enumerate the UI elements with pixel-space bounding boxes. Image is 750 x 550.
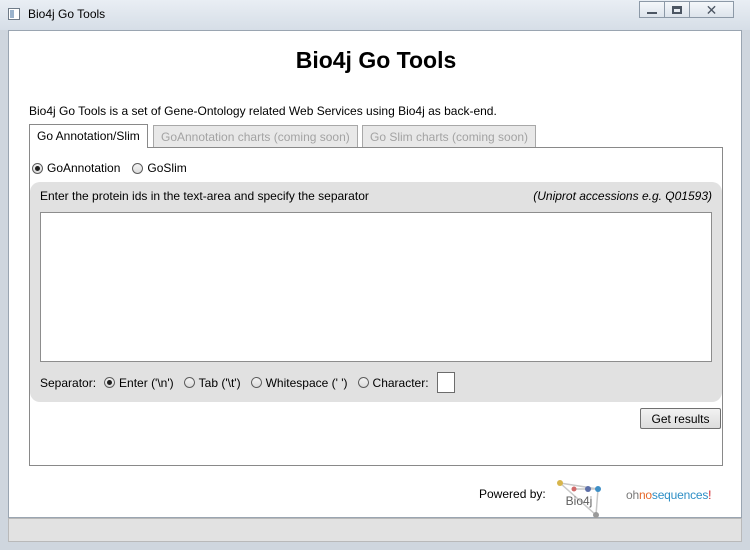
maximize-button[interactable] — [664, 1, 690, 18]
ohno-no: no — [638, 488, 652, 502]
ohno-sequences: sequences — [651, 488, 709, 502]
input-hint: (Uniprot accessions e.g. Q01593) — [533, 189, 712, 203]
page-title: Bio4j Go Tools — [295, 47, 457, 73]
separator-enter-label[interactable]: Enter ('\n') — [119, 376, 174, 390]
protein-input-card: Enter the protein ids in the text-area a… — [30, 182, 722, 402]
bio4j-logo: Bio4j — [557, 480, 601, 518]
maximize-icon — [672, 5, 682, 14]
tab-go-slim-charts[interactable]: Go Slim charts (coming soon) — [362, 125, 537, 147]
separator-tab-label[interactable]: Tab ('\t') — [199, 376, 241, 390]
ohnosequences-logo: ohnosequences! — [626, 488, 712, 502]
ohno-oh: oh — [626, 488, 639, 502]
separator-whitespace-label[interactable]: Whitespace (' ') — [266, 376, 348, 390]
close-icon: ✕ — [705, 1, 718, 18]
window-client: Bio4j Go Tools Bio4j Go Tools is a set o… — [8, 30, 742, 518]
bio4j-logo-text: Bio4j — [566, 494, 593, 508]
page-description: Bio4j Go Tools is a set of Gene-Ontology… — [29, 104, 497, 118]
input-instructions: Enter the protein ids in the text-area a… — [40, 189, 369, 203]
mode-selector: GoAnnotation GoSlim — [32, 161, 195, 175]
separator-whitespace-radio[interactable] — [250, 377, 262, 388]
minimize-button[interactable] — [639, 1, 665, 18]
minimize-icon — [647, 11, 657, 14]
window-controls: ✕ — [639, 1, 734, 20]
separator-tab-radio[interactable] — [183, 377, 195, 388]
separator-enter-radio[interactable] — [104, 377, 116, 388]
goslim-radio[interactable] — [132, 162, 144, 174]
tab-panel: GoAnnotation GoSlim Enter the protein id… — [29, 147, 723, 466]
separator-character-radio[interactable] — [357, 377, 369, 388]
goannotation-radio[interactable] — [32, 162, 43, 174]
goslim-label[interactable]: GoSlim — [147, 161, 186, 175]
status-bar — [8, 518, 742, 542]
tab-go-annotation-slim[interactable]: Go Annotation/Slim — [29, 124, 148, 148]
app-icon — [8, 8, 20, 20]
separator-row: Separator: Enter ('\n') Tab ('\t') White… — [40, 372, 455, 393]
ohno-bang: ! — [708, 488, 712, 502]
separator-character-label[interactable]: Character: — [373, 376, 429, 390]
tab-goannotation-charts[interactable]: GoAnnotation charts (coming soon) — [153, 125, 358, 147]
window-titlebar: Bio4j Go Tools ✕ — [0, 0, 750, 30]
close-button[interactable]: ✕ — [689, 1, 734, 18]
protein-ids-textarea[interactable] — [40, 212, 712, 362]
get-results-button[interactable]: Get results — [640, 408, 721, 429]
goannotation-label[interactable]: GoAnnotation — [47, 161, 120, 175]
window-title: Bio4j Go Tools — [28, 7, 106, 21]
separator-character-input[interactable] — [436, 372, 455, 393]
separator-label: Separator: — [40, 375, 97, 390]
powered-by-label: Powered by: — [479, 487, 546, 501]
